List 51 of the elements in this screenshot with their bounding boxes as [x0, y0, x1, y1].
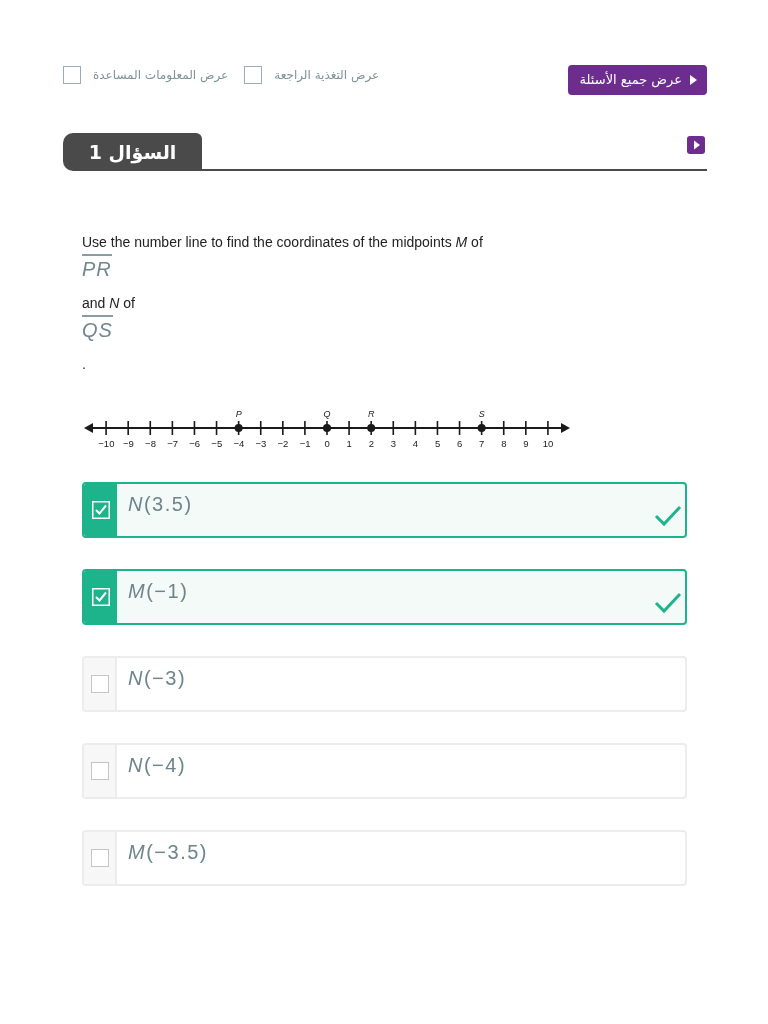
tick-label: −7 [167, 438, 178, 449]
tick-label: 4 [412, 438, 419, 449]
tick-label: −3 [255, 438, 267, 449]
checkbox[interactable] [63, 66, 81, 84]
question-text: and N of [82, 294, 135, 313]
tick-label: 9 [523, 438, 529, 449]
answer-option[interactable]: N(3.5) [82, 482, 687, 538]
answer-option[interactable]: M(−1) [82, 569, 687, 625]
point-label: S [478, 409, 485, 419]
point-label: Q [323, 409, 331, 419]
point-label: P [235, 409, 242, 419]
tick-label: 7 [479, 438, 485, 449]
tick-label: 0 [324, 438, 330, 449]
option-text: N(−4) [128, 753, 187, 777]
segment-label: PR [82, 254, 112, 281]
tick-label: −4 [233, 438, 245, 449]
tick-label: 6 [456, 438, 463, 449]
question-text: Use the number line to find the coordinates of the midpoints M of [82, 233, 483, 252]
segment-label: QS [82, 315, 113, 342]
caret-icon [690, 75, 697, 85]
option-text: N(−3) [128, 666, 187, 690]
option-text: M(−1) [128, 579, 189, 603]
checkbox[interactable] [244, 66, 263, 84]
tick-label: 1 [346, 438, 352, 449]
answer-option[interactable]: N(−3) [82, 656, 687, 712]
checkbox[interactable] [90, 849, 109, 867]
tick-label: 3 [390, 438, 397, 449]
option-text: M(−3.5) [128, 840, 208, 864]
tick-label: 5 [434, 438, 441, 449]
tick-label: −9 [123, 438, 134, 449]
checkbox[interactable] [90, 675, 109, 693]
tick-label: −8 [145, 438, 156, 449]
question-heading: السؤال 1 [63, 133, 202, 171]
tick-label: 8 [501, 438, 507, 449]
answer-option[interactable]: N(−4) [82, 743, 687, 799]
option-text: N(3.5) [128, 492, 193, 516]
tick-label: −10 [98, 438, 115, 449]
tick-label: 10 [542, 438, 554, 449]
answer-option[interactable]: M(−3.5) [82, 830, 687, 886]
point-label: R [367, 409, 375, 419]
tick-label: 2 [368, 438, 374, 449]
checkbox[interactable] [90, 762, 109, 780]
play-icon[interactable] [687, 136, 705, 154]
tick-label: −1 [299, 438, 311, 449]
tick-label: −2 [277, 438, 289, 449]
all-questions-button[interactable]: عرض جميع الأسئلة [567, 65, 707, 95]
toggle-label[interactable]: عرض التغذية الراجعة [274, 66, 380, 84]
toggle-label[interactable]: عرض المعلومات المساعدة [93, 66, 229, 84]
tick-label: −6 [189, 438, 201, 449]
tick-label: −5 [211, 438, 223, 449]
question-text: . [82, 355, 86, 374]
